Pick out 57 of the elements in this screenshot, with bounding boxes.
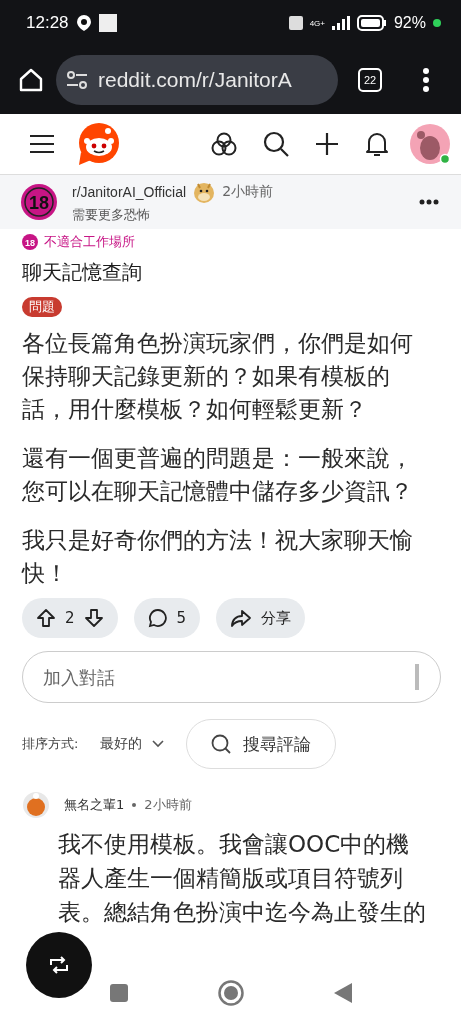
more-icon[interactable] [419, 199, 439, 205]
separator-dot [132, 803, 137, 807]
more-icon[interactable] [422, 67, 430, 93]
site-settings-icon [66, 71, 88, 89]
home-icon[interactable] [18, 67, 44, 93]
volte-icon [288, 16, 303, 30]
battery-icon [356, 15, 387, 31]
network-label: 4G+ [309, 18, 325, 28]
share-icon [230, 608, 253, 628]
battery-percent: 92% [393, 14, 426, 32]
clock: 12:28 [26, 13, 69, 33]
commenter-avatar-icon [22, 791, 50, 819]
comment-field[interactable]: 加入對話 [22, 651, 441, 703]
user-flair: 需要更多恐怖 [72, 206, 151, 224]
post-time: 2小時前 [222, 183, 274, 201]
post-title: 聊天記憶查詢 [22, 259, 143, 286]
nsfw-icon: 18 [22, 234, 38, 250]
plus-icon[interactable] [315, 132, 339, 156]
post-flair: 問題 [22, 297, 62, 317]
signal-icon [331, 16, 350, 30]
comment-author[interactable]: 無名之輩1 [64, 796, 125, 814]
home-button-icon[interactable] [217, 980, 244, 1006]
recents-icon[interactable] [109, 984, 128, 1002]
vote-count: 2 [65, 609, 75, 627]
url-text: reddit.com/r/JanitorA [98, 68, 292, 92]
subreddit-link[interactable]: r/JanitorAI_Official [72, 184, 187, 200]
bell-icon[interactable] [365, 131, 389, 157]
post-paragraph: 我只是好奇你們的方法！祝大家聊天愉快！ [22, 526, 414, 588]
nsfw-label: 不適合工作場所 [44, 233, 135, 251]
search-comments-button[interactable]: 搜尋評論 [186, 719, 337, 769]
dog-icon [192, 180, 217, 204]
tab-switcher[interactable]: 22 [358, 68, 382, 92]
sort-label: 排序方式: [22, 735, 79, 753]
comment-time: 2小時前 [144, 796, 192, 814]
post-paragraph: 各位長篇角色扮演玩家們，你們是如何保持聊天記錄更新的？如果有模板的話，用什麼模板？如何輕鬆更新？ [22, 329, 414, 424]
downvote-icon[interactable] [83, 608, 104, 628]
menu-icon[interactable] [29, 134, 55, 154]
sort-dropdown[interactable]: 最好的 [100, 735, 165, 753]
communities-icon[interactable] [211, 132, 237, 156]
comment-text: 我不使用模板。我會讓OOC中的機器人產生一個精簡版或項目符號列表。總結角色扮演中迄今為止發生的 [58, 830, 427, 927]
comments-button[interactable]: 5 [133, 598, 201, 638]
search-icon[interactable] [263, 131, 289, 157]
location-icon [75, 14, 92, 32]
search-icon [211, 734, 232, 754]
chevron-down-icon [152, 740, 165, 748]
upvote-icon[interactable] [36, 608, 56, 628]
share-button[interactable]: 分享 [216, 598, 306, 638]
post-paragraph: 還有一個更普遍的問題是：一般來說，您可以在聊天記憶體中儲存多少資訊？ [22, 444, 414, 506]
back-icon[interactable] [333, 983, 352, 1003]
text-cursor [415, 664, 419, 690]
logo-icon[interactable] [77, 122, 121, 166]
comment-icon [147, 608, 168, 628]
avatar-icon[interactable] [409, 123, 451, 165]
rotate-icon [48, 956, 70, 974]
notification-icon [98, 14, 117, 32]
address-bar[interactable]: reddit.com/r/JanitorA [56, 55, 338, 105]
charging-dot [433, 19, 441, 27]
